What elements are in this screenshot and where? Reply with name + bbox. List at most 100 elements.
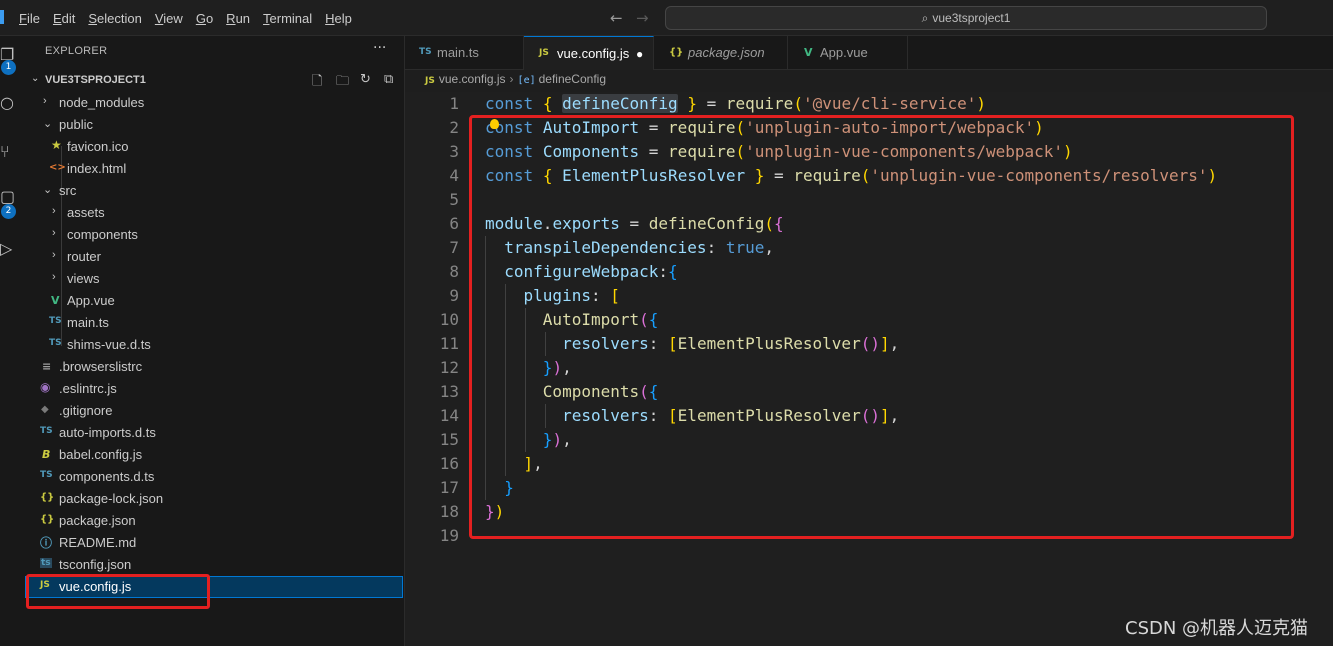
watermark: CSDN @机器人迈克猫	[1125, 618, 1309, 639]
line-number: 3	[449, 142, 459, 161]
explorer-sidebar: EXPLORER ··· ⌄ VUE3TSPROJECT1 🗋 🗀 ↻ ⧉ › …	[25, 36, 405, 646]
tree-item-label: router	[67, 249, 101, 264]
tab-vue-config-js[interactable]: JS vue.config.js ●	[524, 36, 654, 70]
menu-selection[interactable]: Selection	[88, 11, 141, 26]
tree-item-label: tsconfig.json	[59, 557, 132, 572]
breadcrumb-symbol[interactable]: defineConfig	[539, 72, 606, 86]
explorer-badge: 1	[1, 60, 16, 75]
code-line: 1 const { defineConfig } = require('@vue…	[405, 92, 1333, 116]
json-file-icon: {}	[669, 47, 684, 58]
chevron-right-icon: ›	[509, 72, 514, 86]
line-number: 6	[449, 214, 459, 233]
tree-folder-node-modules[interactable]: › node_modules	[25, 92, 403, 114]
tree-file-eslintrc[interactable]: ◉ .eslintrc.js	[25, 378, 403, 400]
menu-edit[interactable]: Edit	[53, 11, 75, 26]
code-text: const { defineConfig } = require('@vue/c…	[485, 94, 986, 113]
tab-app-vue[interactable]: V App.vue	[788, 36, 908, 70]
star-icon: ★	[51, 138, 62, 152]
tree-item-label: public	[59, 117, 93, 132]
typescript-file-icon: TS	[49, 338, 62, 348]
collapse-all-icon[interactable]: ⧉	[384, 72, 393, 87]
tree-file-tsconfig[interactable]: ts tsconfig.json	[25, 554, 403, 576]
tab-package-json[interactable]: {} package.json	[654, 36, 788, 70]
tree-item-label: src	[59, 183, 77, 198]
chevron-right-icon: ›	[52, 271, 56, 283]
menu-help[interactable]: Help	[325, 11, 352, 26]
command-center-search[interactable]: ⌕ vue3tsproject1	[665, 6, 1267, 30]
menu-run[interactable]: Run	[226, 11, 250, 26]
tree-file-package-json[interactable]: {} package.json	[25, 510, 403, 532]
tree-file-readme[interactable]: ⓘ README.md	[25, 532, 403, 554]
tab-label: main.ts	[437, 45, 479, 60]
tree-folder-router[interactable]: › router	[25, 246, 403, 268]
tree-item-label: components.d.ts	[59, 469, 155, 484]
arrow-left-icon[interactable]: ←	[610, 9, 623, 27]
arrow-right-icon[interactable]: →	[636, 9, 649, 27]
vue-file-icon: V	[51, 294, 60, 307]
tree-item-label: package-lock.json	[59, 491, 164, 506]
tab-main-ts[interactable]: TS main.ts	[405, 36, 524, 70]
tree-file-auto-imports[interactable]: TS auto-imports.d.ts	[25, 422, 403, 444]
vue-file-icon: V	[804, 46, 813, 59]
tree-item-label: components	[67, 227, 138, 242]
tree-file-shims-vue[interactable]: TS shims-vue.d.ts	[25, 334, 403, 356]
tree-file-browserslistrc[interactable]: ≡ .browserslistrc	[25, 356, 403, 378]
tree-item-label: .browserslistrc	[59, 359, 143, 374]
highlight-annotation-box	[26, 574, 210, 609]
menu-go[interactable]: Go	[196, 11, 213, 26]
tree-item-label: App.vue	[67, 293, 115, 308]
tree-folder-views[interactable]: › views	[25, 268, 403, 290]
search-icon: ⌕	[921, 10, 929, 25]
line-number: 5	[449, 190, 459, 209]
config-file-icon: ≡	[42, 360, 52, 373]
breadcrumb: JS vue.config.js › [e] defineConfig	[425, 72, 606, 90]
tree-file-package-lock[interactable]: {} package-lock.json	[25, 488, 403, 510]
activity-bar: ❐ 1 ○ ⑂ ▢ 2 ▷	[0, 36, 25, 646]
chevron-right-icon: ›	[52, 227, 56, 239]
tree-item-label: index.html	[67, 161, 127, 176]
line-number: 7	[449, 238, 459, 257]
more-actions-icon[interactable]: ···	[373, 40, 386, 56]
chevron-right-icon: ›	[52, 205, 56, 217]
unsaved-dot-icon[interactable]: ●	[636, 47, 643, 61]
tree-folder-assets[interactable]: › assets	[25, 202, 403, 224]
tree-item-label: main.ts	[67, 315, 109, 330]
editor-tabs: TS main.ts JS vue.config.js ● {} package…	[405, 36, 1333, 70]
highlight-annotation-box	[469, 115, 1294, 539]
menu-file[interactable]: File	[19, 11, 40, 26]
menu-terminal[interactable]: Terminal	[263, 11, 312, 26]
line-number: 1	[449, 94, 459, 113]
tree-item-label: node_modules	[59, 95, 145, 110]
source-control-icon[interactable]: ⑂	[0, 142, 14, 161]
tree-item-label: README.md	[59, 535, 137, 550]
typescript-file-icon: TS	[40, 426, 53, 436]
tree-file-main-ts[interactable]: TS main.ts	[25, 312, 403, 334]
new-file-icon[interactable]: 🗋	[312, 72, 322, 94]
search-icon[interactable]: ○	[0, 93, 14, 112]
tree-file-babel-config[interactable]: B babel.config.js	[25, 444, 403, 466]
project-folder-header[interactable]: ⌄ VUE3TSPROJECT1 🗋 🗀 ↻ ⧉	[25, 70, 403, 92]
tree-file-favicon[interactable]: ★ favicon.ico	[25, 136, 403, 158]
tree-file-components-dts[interactable]: TS components.d.ts	[25, 466, 403, 488]
tree-file-index-html[interactable]: <> index.html	[25, 158, 403, 180]
menu-view[interactable]: View	[155, 11, 183, 26]
tab-label: package.json	[688, 45, 765, 60]
tree-file-app-vue[interactable]: V App.vue	[25, 290, 403, 312]
line-number: 13	[439, 382, 459, 401]
new-folder-icon[interactable]: 🗀	[336, 72, 349, 94]
git-file-icon: ◆	[41, 404, 49, 415]
line-number: 17	[439, 478, 459, 497]
tree-folder-components[interactable]: › components	[25, 224, 403, 246]
command-center-label: vue3tsproject1	[932, 11, 1011, 25]
breadcrumb-file[interactable]: vue.config.js	[439, 72, 506, 86]
run-debug-icon[interactable]: ▷	[0, 239, 14, 258]
tree-item-label: babel.config.js	[59, 447, 143, 462]
tree-folder-public[interactable]: ⌄ public	[25, 114, 403, 136]
eslint-file-icon: ◉	[40, 380, 51, 394]
project-name: VUE3TSPROJECT1	[45, 74, 146, 86]
tree-file-gitignore[interactable]: ◆ .gitignore	[25, 400, 403, 422]
chevron-right-icon: ›	[52, 249, 56, 261]
tree-folder-src[interactable]: ⌄ src	[25, 180, 403, 202]
refresh-icon[interactable]: ↻	[360, 72, 371, 87]
title-bar: File Edit Selection View Go Run Terminal…	[0, 0, 1333, 36]
